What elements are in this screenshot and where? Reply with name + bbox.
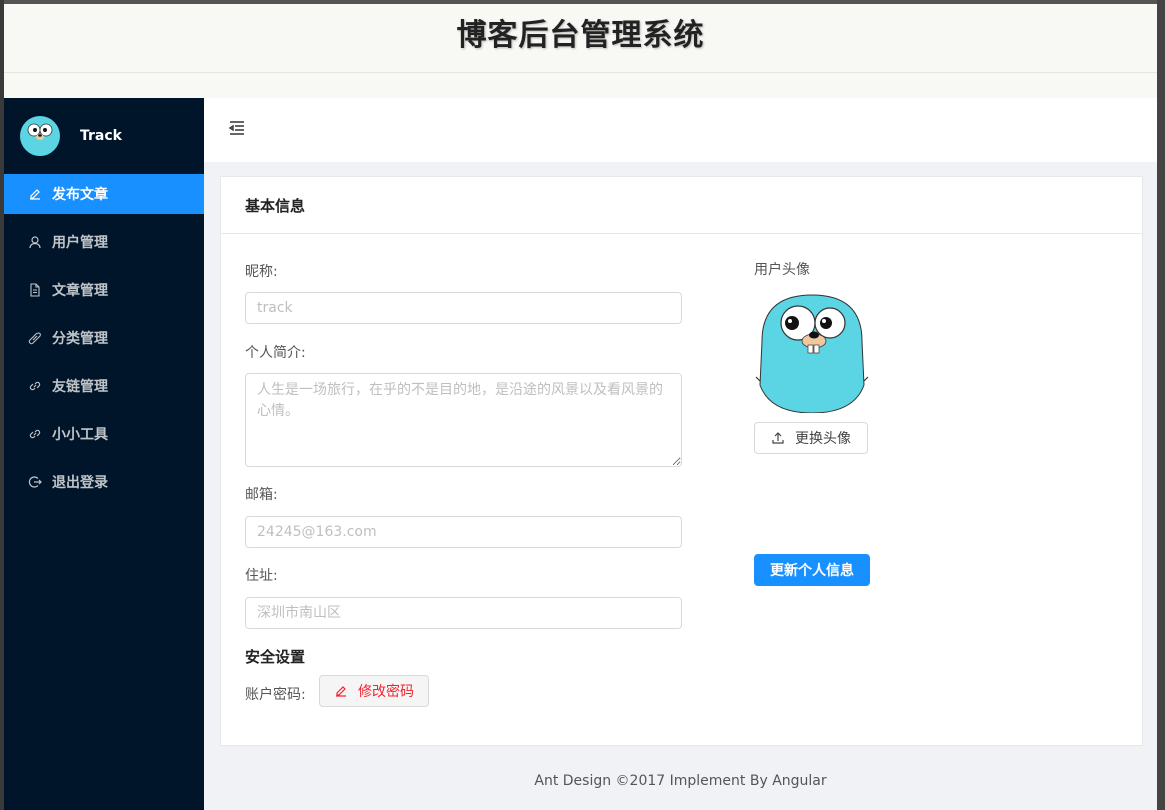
banner-divider	[4, 72, 1157, 73]
edit-icon	[28, 187, 42, 201]
menu-fold-icon[interactable]	[228, 119, 246, 141]
sidebar-item-label: 友链管理	[52, 379, 108, 395]
avatar-label: 用户头像	[754, 262, 810, 278]
change-password-button[interactable]: 修改密码	[319, 675, 429, 707]
sidebar-user-name: Track	[80, 128, 122, 144]
window-edge	[1157, 0, 1165, 810]
page-title: 博客后台管理系统	[456, 18, 705, 53]
avatar	[20, 116, 60, 156]
sidebar: Track 发布文章 用户管理 文章管理 分类管理 友链管理 小小工具 退出登录	[4, 98, 204, 810]
logout-icon	[28, 475, 42, 489]
file-icon	[28, 283, 42, 297]
security-section-title: 安全设置	[245, 648, 306, 666]
upload-icon	[772, 432, 784, 444]
email-label: 邮箱:	[245, 487, 278, 503]
change-password-label: 修改密码	[358, 684, 414, 700]
sidebar-item-tools[interactable]: 小小工具	[4, 414, 204, 454]
change-avatar-label: 更换头像	[795, 431, 851, 447]
sidebar-item-label: 分类管理	[52, 331, 108, 347]
sidebar-item-categories[interactable]: 分类管理	[4, 318, 204, 358]
card-title: 基本信息	[221, 177, 1142, 234]
main-content: 基本信息 昵称: 个人简介: 邮箱: 住址: 安全设置 账户密码: 修改密码 用…	[204, 98, 1157, 810]
link-icon	[28, 427, 42, 441]
sidebar-item-users[interactable]: 用户管理	[4, 222, 204, 262]
user-icon	[28, 235, 42, 249]
bio-label: 个人简介:	[245, 345, 306, 361]
update-profile-button[interactable]: 更新个人信息	[754, 554, 870, 586]
sidebar-item-label: 用户管理	[52, 235, 108, 251]
profile-card: 基本信息 昵称: 个人简介: 邮箱: 住址: 安全设置 账户密码: 修改密码 用…	[220, 176, 1143, 746]
gopher-avatar-image	[754, 293, 870, 414]
change-avatar-button[interactable]: 更换头像	[754, 422, 868, 454]
sidebar-item-label: 退出登录	[52, 475, 108, 491]
sidebar-item-label: 小小工具	[52, 427, 108, 443]
sidebar-item-label: 发布文章	[52, 187, 108, 203]
sidebar-item-publish-article[interactable]: 发布文章	[4, 174, 204, 214]
edit-icon	[336, 686, 346, 697]
nickname-label: 昵称:	[245, 264, 278, 280]
link-icon	[28, 379, 42, 393]
bio-textarea[interactable]	[245, 373, 682, 467]
sidebar-item-logout[interactable]: 退出登录	[4, 462, 204, 502]
footer-text: Ant Design ©2017 Implement By Angular	[534, 773, 827, 789]
tag-icon	[28, 331, 42, 345]
password-label: 账户密码:	[245, 687, 306, 703]
email-field[interactable]	[245, 516, 682, 548]
sidebar-item-label: 文章管理	[52, 283, 108, 299]
sidebar-item-friend-links[interactable]: 友链管理	[4, 366, 204, 406]
header-bar	[204, 98, 1157, 162]
address-input[interactable]	[245, 597, 682, 629]
address-label: 住址:	[245, 568, 278, 584]
sidebar-item-articles[interactable]: 文章管理	[4, 270, 204, 310]
nickname-input[interactable]	[245, 292, 682, 324]
top-banner: 博客后台管理系统	[4, 0, 1157, 98]
sidebar-brand: Track	[4, 98, 204, 174]
